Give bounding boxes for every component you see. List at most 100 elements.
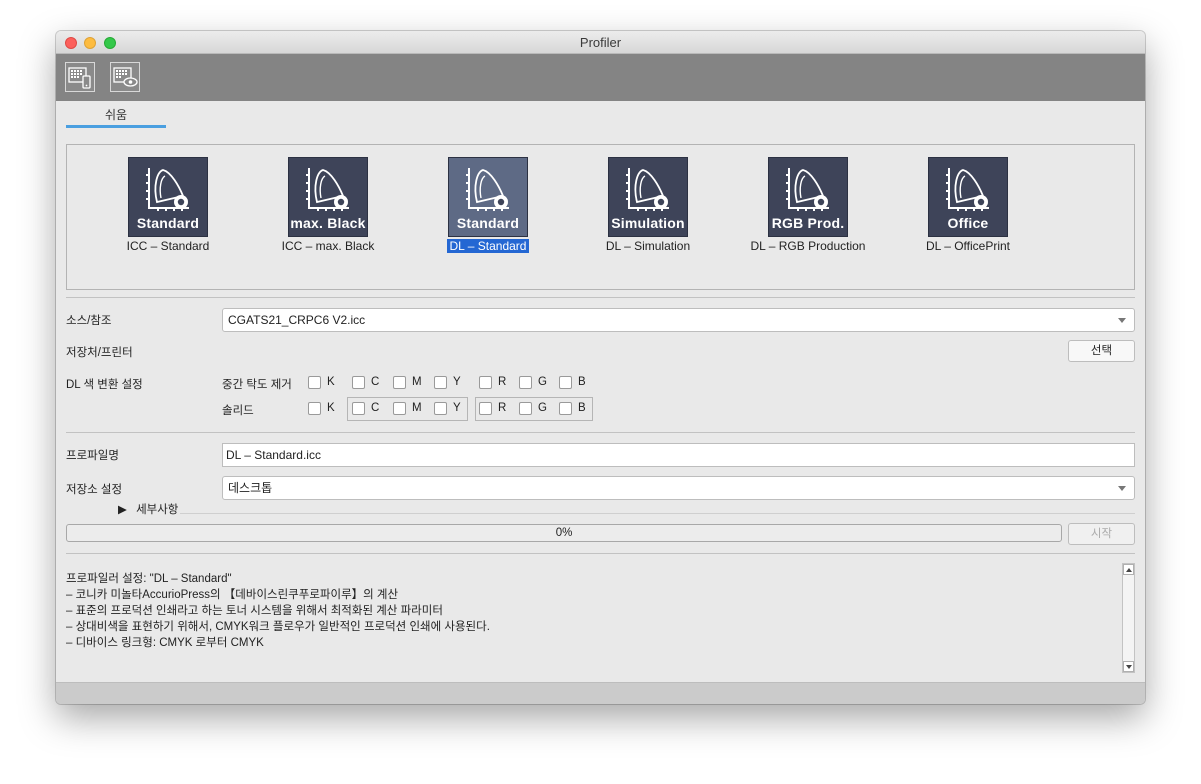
chevron-down-icon: [1118, 486, 1126, 491]
source-dropdown[interactable]: CGATS21_CRPC6 V2.icc: [222, 308, 1135, 332]
solid-checkbox-m[interactable]: [393, 402, 406, 415]
preset-tile[interactable]: RGB Prod.: [768, 157, 848, 237]
gamut-profile-icon: [146, 168, 189, 211]
solid-checkbox-k[interactable]: [308, 402, 321, 415]
progress-text: 0%: [555, 527, 573, 539]
details-disclosure[interactable]: ▶ 세부사항: [118, 501, 178, 517]
divider: [66, 553, 1135, 554]
preset-caption: ICC – Standard: [126, 239, 210, 253]
preset-tile-text: Standard: [456, 215, 520, 231]
gray-removal-checkbox-m[interactable]: [393, 376, 406, 389]
destination-label: 저장처/프린터: [66, 347, 133, 359]
preset-tile[interactable]: Standard: [448, 157, 528, 237]
gray-removal-checkbox-g[interactable]: [519, 376, 532, 389]
preset-caption: ICC – max. Black: [281, 239, 375, 253]
gamut-profile-icon: [626, 168, 669, 211]
chart-view-icon: [113, 67, 138, 87]
preset-caption: DL – Standard: [446, 239, 530, 253]
gray-removal-label: 중간 탁도 제거: [222, 379, 292, 391]
channel-label: K: [327, 402, 335, 414]
select-printer-button[interactable]: 선택: [1068, 340, 1135, 362]
source-value: CGATS21_CRPC6 V2.icc: [228, 313, 366, 327]
start-button[interactable]: 시작: [1068, 523, 1135, 545]
channel-label: R: [498, 402, 507, 414]
preset-item[interactable]: Simulation DL – Simulation: [568, 157, 728, 253]
dl-settings-label: DL 색 변환 설정: [66, 379, 143, 391]
gray-removal-checkbox-k[interactable]: [308, 376, 321, 389]
preset-tile[interactable]: max. Black: [288, 157, 368, 237]
chart-view-button[interactable]: [110, 62, 140, 92]
details-label: 세부사항: [136, 504, 179, 516]
channel-label: C: [371, 376, 380, 388]
progress-bar: 0%: [66, 524, 1062, 542]
channel-label: Y: [453, 376, 461, 388]
divider: [66, 297, 1135, 298]
preset-tile-text: RGB Prod.: [771, 215, 845, 231]
preset-caption: DL – RGB Production: [750, 239, 866, 253]
preset-tile[interactable]: Simulation: [608, 157, 688, 237]
tab-easy[interactable]: 쉬움: [66, 106, 166, 123]
preset-tile[interactable]: Standard: [128, 157, 208, 237]
description-line: – 디바이스 링크형: CMYK 로부터 CMYK: [66, 637, 264, 649]
window-title: Profiler: [579, 35, 622, 50]
zoom-window-button[interactable]: [104, 37, 116, 49]
disclosure-triangle-icon: ▶: [118, 504, 127, 516]
minimize-window-button[interactable]: [84, 37, 96, 49]
preset-item[interactable]: Office DL – OfficePrint: [888, 157, 1048, 253]
preset-caption: DL – Simulation: [605, 239, 691, 253]
channel-label: B: [578, 402, 586, 414]
solid-checkbox-r[interactable]: [479, 402, 492, 415]
solid-checkbox-y[interactable]: [434, 402, 447, 415]
gamut-profile-icon: [466, 168, 509, 211]
preset-tile-text: Office: [947, 215, 989, 231]
gray-removal-checkbox-y[interactable]: [434, 376, 447, 389]
gamut-profile-icon: [946, 168, 989, 211]
channel-label: Y: [453, 402, 461, 414]
active-tab-indicator: [66, 125, 166, 128]
channel-label: G: [538, 402, 547, 414]
source-label: 소스/참조: [66, 315, 112, 327]
save-location-value: 데스크톱: [228, 481, 273, 495]
scroll-up-arrow-icon[interactable]: [1123, 564, 1134, 575]
description-scrollbar[interactable]: [1122, 563, 1135, 673]
gray-removal-checkbox-b[interactable]: [559, 376, 572, 389]
chart-device-button[interactable]: [65, 62, 95, 92]
channel-label: B: [578, 376, 586, 388]
save-location-label: 저장소 설정: [66, 484, 123, 496]
chevron-down-icon: [1118, 318, 1126, 323]
preset-item[interactable]: max. Black ICC – max. Black: [248, 157, 408, 253]
channel-label: K: [327, 376, 335, 388]
title-bar: Profiler: [56, 31, 1145, 54]
preset-item[interactable]: RGB Prod. DL – RGB Production: [728, 157, 888, 253]
tab-bar: 쉬움: [56, 101, 1145, 137]
solid-checkbox-c[interactable]: [352, 402, 365, 415]
description-line: – 상대비색을 표현하기 위해서, CMYK워크 플로우가 일반적인 프로덕션 …: [66, 621, 490, 633]
channel-label: M: [412, 402, 422, 414]
channel-label: G: [538, 376, 547, 388]
close-window-button[interactable]: [65, 37, 77, 49]
gamut-profile-icon: [786, 168, 829, 211]
chart-device-icon: [68, 67, 91, 89]
gray-removal-checkbox-c[interactable]: [352, 376, 365, 389]
preset-tile-text: Standard: [136, 215, 200, 231]
preset-item[interactable]: Standard DL – Standard: [408, 157, 568, 253]
solid-checkbox-b[interactable]: [559, 402, 572, 415]
profile-name-label: 프로파일명: [66, 450, 119, 462]
gray-removal-checkbox-r[interactable]: [479, 376, 492, 389]
save-location-dropdown[interactable]: 데스크톱: [222, 476, 1135, 500]
divider: [66, 432, 1135, 433]
toolbar: [56, 54, 1145, 101]
status-bar: [56, 682, 1145, 704]
preset-tile-text: max. Black: [290, 215, 366, 231]
gamut-profile-icon: [306, 168, 349, 211]
solid-checkbox-g[interactable]: [519, 402, 532, 415]
scroll-down-arrow-icon[interactable]: [1123, 661, 1134, 672]
profile-name-input[interactable]: DL – Standard.icc: [222, 443, 1135, 467]
profiler-window: Profiler 쉬움 Standard ICC – Standard max.…: [56, 31, 1145, 704]
channel-label: M: [412, 376, 422, 388]
channel-label: R: [498, 376, 507, 388]
preset-tile[interactable]: Office: [928, 157, 1008, 237]
solid-label: 솔리드: [222, 405, 254, 417]
description-line: – 표준의 프로덕션 인쇄라고 하는 토너 시스템을 위해서 최적화된 계산 파…: [66, 605, 443, 617]
preset-item[interactable]: Standard ICC – Standard: [88, 157, 248, 253]
